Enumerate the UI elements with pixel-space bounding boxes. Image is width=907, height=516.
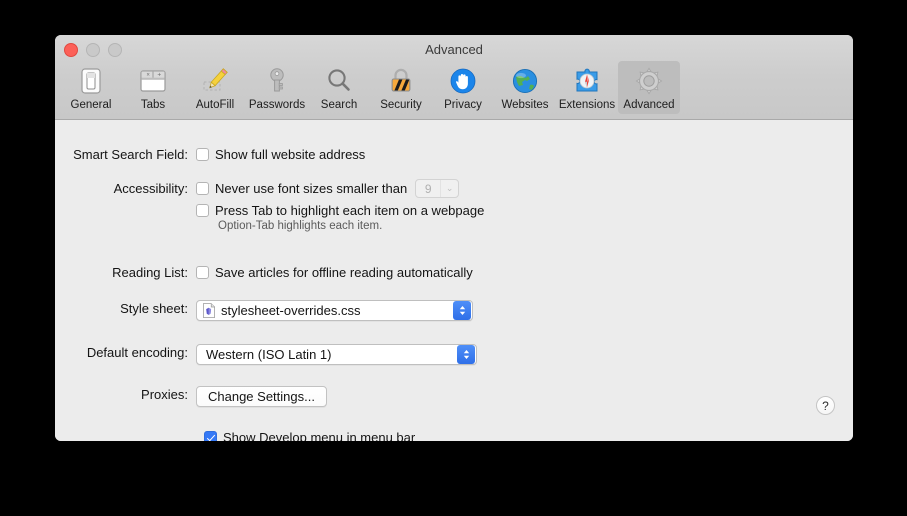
privacy-icon xyxy=(447,65,479,97)
toolbar-item-passwords[interactable]: Passwords xyxy=(246,61,308,114)
toolbar-label: Advanced xyxy=(623,99,675,111)
advanced-icon xyxy=(633,65,665,97)
save-articles-offline-checkbox[interactable] xyxy=(196,266,209,279)
toolbar-item-search[interactable]: Search xyxy=(308,61,370,114)
security-icon xyxy=(385,65,417,97)
extensions-icon xyxy=(571,65,603,97)
style-sheet-popup-button[interactable]: stylesheet-overrides.css xyxy=(196,300,473,321)
accessibility-label: Accessibility: xyxy=(113,181,188,196)
toolbar-item-security[interactable]: Security xyxy=(370,61,432,114)
autofill-icon xyxy=(199,65,231,97)
popup-arrows-icon xyxy=(453,301,471,320)
popup-arrows-icon xyxy=(457,345,475,364)
toolbar-label: Tabs xyxy=(140,99,166,111)
toolbar-item-privacy[interactable]: Privacy xyxy=(432,61,494,114)
row-accessibility: Accessibility: Never use font sizes smal… xyxy=(55,179,485,232)
chevron-down-icon: ⌄ xyxy=(440,180,458,197)
toolbar-item-autofill[interactable]: AutoFill xyxy=(184,61,246,114)
toolbar-item-general[interactable]: General xyxy=(60,61,122,114)
css-file-icon xyxy=(203,303,215,318)
row-style-sheet: Style sheet: stylesheet-overrides.css xyxy=(55,300,473,321)
row-default-encoding: Default encoding: Western (ISO Latin 1) xyxy=(55,344,477,365)
change-settings-button[interactable]: Change Settings... xyxy=(196,386,327,407)
toolbar-label: General xyxy=(70,99,112,111)
default-encoding-label: Default encoding: xyxy=(86,345,188,360)
show-full-website-address-label: Show full website address xyxy=(215,147,366,162)
style-sheet-label: Style sheet: xyxy=(120,301,188,316)
tabs-icon: × + xyxy=(137,65,169,97)
reading-list-label: Reading List: xyxy=(112,265,188,280)
svg-text:×: × xyxy=(146,72,150,78)
title-bar: Advanced General × + Tabs AutoFill Passw… xyxy=(55,35,853,120)
minimum-font-size-combobox[interactable]: 9 ⌄ xyxy=(415,179,460,198)
toolbar-label: Privacy xyxy=(444,99,482,111)
preferences-toolbar: General × + Tabs AutoFill Passwords Sear… xyxy=(60,61,680,114)
toolbar-item-extensions[interactable]: Extensions xyxy=(556,61,618,114)
toolbar-item-advanced[interactable]: Advanced xyxy=(618,61,680,114)
help-button[interactable]: ? xyxy=(816,396,835,415)
row-reading-list: Reading List: Save articles for offline … xyxy=(55,264,473,286)
svg-text:+: + xyxy=(157,72,161,79)
default-encoding-popup-button[interactable]: Western (ISO Latin 1) xyxy=(196,344,477,365)
style-sheet-value: stylesheet-overrides.css xyxy=(221,303,361,318)
toolbar-label: AutoFill xyxy=(195,99,235,111)
minimum-font-size-checkbox[interactable] xyxy=(196,182,209,195)
row-smart-search-field: Smart Search Field: Show full website ad… xyxy=(55,146,365,168)
toolbar-label: Passwords xyxy=(248,99,306,111)
advanced-preferences-pane: Smart Search Field: Show full website ad… xyxy=(55,120,853,441)
row-proxies: Proxies: Change Settings... xyxy=(55,386,327,407)
option-tab-hint: Option-Tab highlights each item. xyxy=(218,220,383,232)
general-icon xyxy=(75,65,107,97)
minimum-font-size-label: Never use font sizes smaller than xyxy=(215,181,408,196)
search-icon xyxy=(323,65,355,97)
toolbar-label: Websites xyxy=(501,99,549,111)
save-articles-offline-label: Save articles for offline reading automa… xyxy=(215,265,473,280)
preferences-window: Advanced General × + Tabs AutoFill Passw… xyxy=(55,35,853,441)
show-develop-menu-label: Show Develop menu in menu bar xyxy=(223,430,416,441)
toolbar-label: Search xyxy=(320,99,358,111)
smart-search-field-label: Smart Search Field: xyxy=(73,147,188,162)
row-develop-menu: Show Develop menu in menu bar xyxy=(55,429,415,441)
websites-icon xyxy=(509,65,541,97)
press-tab-highlight-checkbox[interactable] xyxy=(196,204,209,217)
toolbar-label: Security xyxy=(380,99,422,111)
default-encoding-value: Western (ISO Latin 1) xyxy=(206,347,332,362)
minimum-font-size-value: 9 xyxy=(424,181,432,196)
show-full-website-address-checkbox[interactable] xyxy=(196,148,209,161)
press-tab-highlight-label: Press Tab to highlight each item on a we… xyxy=(215,203,485,218)
proxies-label: Proxies: xyxy=(141,387,188,402)
show-develop-menu-checkbox[interactable] xyxy=(204,431,217,441)
passwords-icon xyxy=(261,65,293,97)
toolbar-item-tabs[interactable]: × + Tabs xyxy=(122,61,184,114)
toolbar-item-websites[interactable]: Websites xyxy=(494,61,556,114)
window-title: Advanced xyxy=(425,42,483,57)
toolbar-label: Extensions xyxy=(558,99,616,111)
